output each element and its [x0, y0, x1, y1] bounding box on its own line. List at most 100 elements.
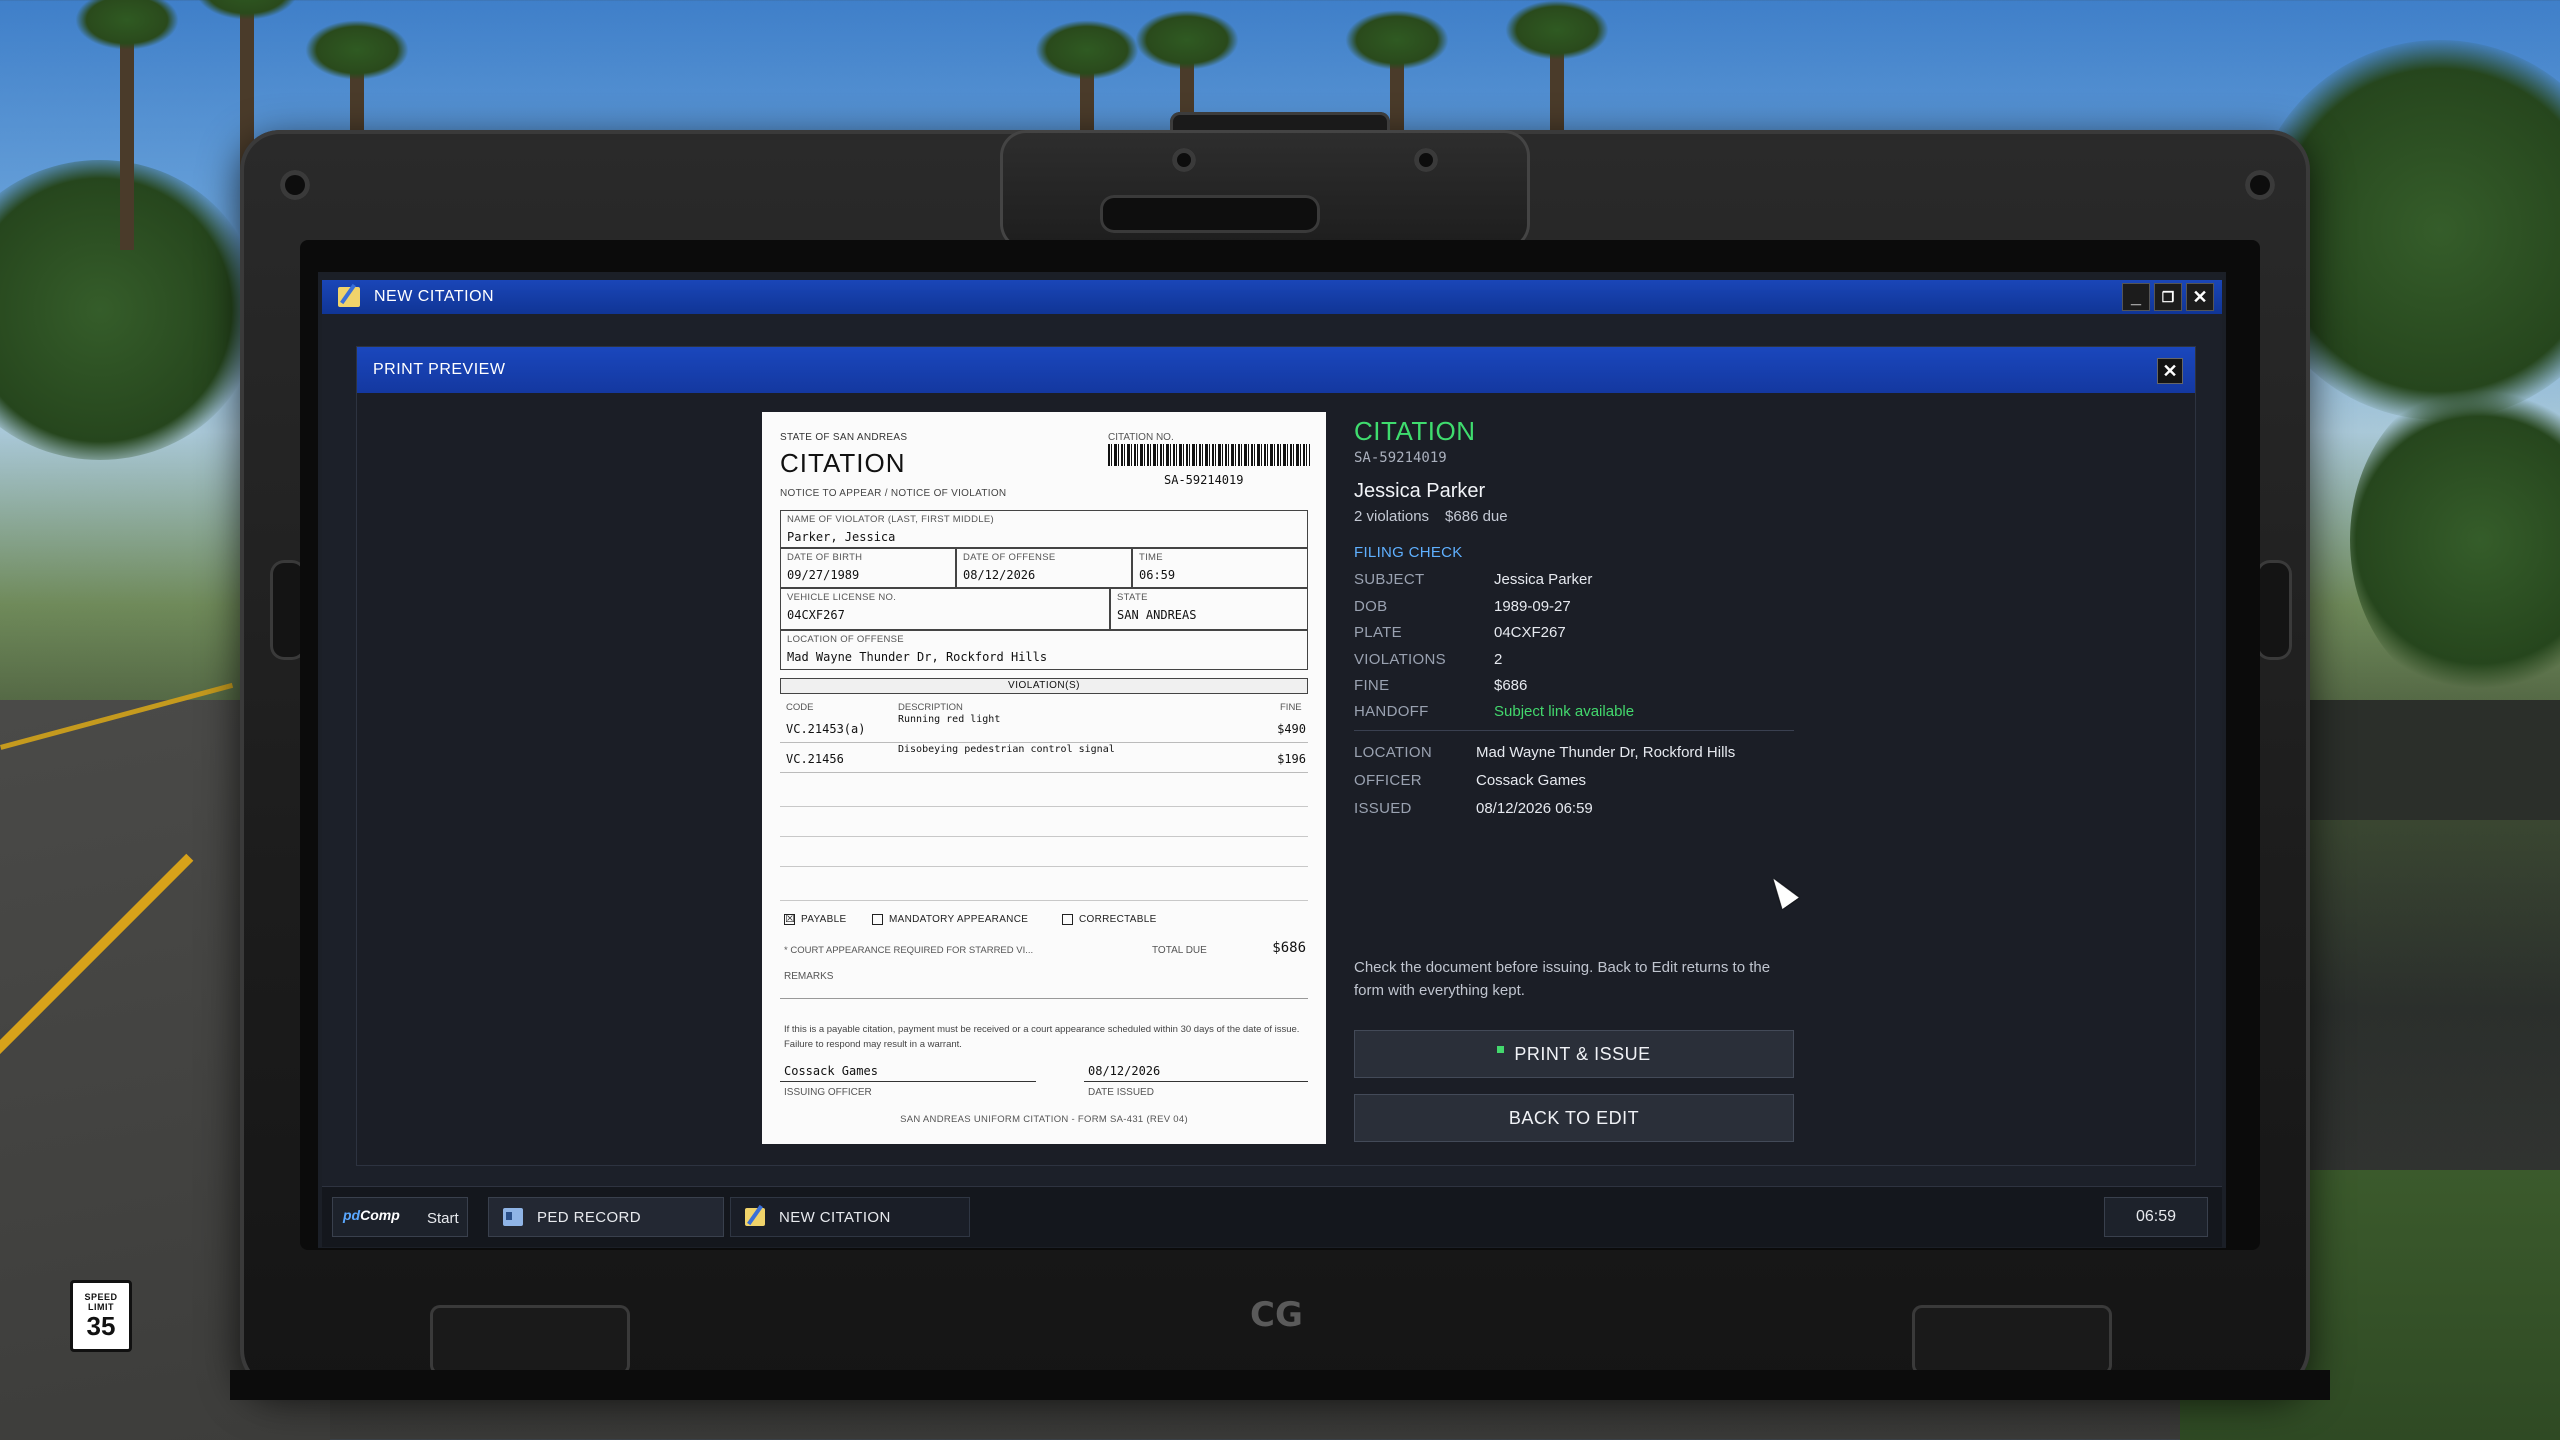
issuing-officer-value: Cossack Games — [784, 1064, 878, 1078]
detail-value: Cossack Games — [1476, 772, 1587, 789]
violation-fine: $196 — [1277, 752, 1306, 766]
logo-part: Comp — [360, 1207, 400, 1223]
checkbox-mandatory[interactable]: MANDATORY APPEARANCE — [872, 914, 1028, 925]
detail-key: OFFICER — [1354, 772, 1422, 789]
print-issue-button[interactable]: PRINT & ISSUE — [1354, 1030, 1794, 1078]
empty-row-line — [780, 806, 1308, 807]
screw-icon — [1414, 148, 1438, 172]
date-issued-label: DATE ISSUED — [1088, 1087, 1154, 1098]
checkbox-empty-icon — [1062, 914, 1073, 925]
taskbar-item-new-citation[interactable]: NEW CITATION — [730, 1197, 970, 1237]
check-value: 1989-09-27 — [1494, 598, 1571, 615]
window-title: NEW CITATION — [374, 288, 495, 305]
field-label: DATE OF OFFENSE — [963, 552, 1056, 563]
summary-divider — [1354, 730, 1794, 731]
start-button[interactable]: pdComp Start — [332, 1197, 468, 1237]
barcode — [1108, 444, 1310, 466]
form-footer: SAN ANDREAS UNIFORM CITATION - FORM SA-4… — [900, 1114, 1188, 1125]
field-value: 06:59 — [1139, 568, 1176, 582]
total-due-label: TOTAL DUE — [1152, 945, 1207, 956]
print-issue-label: PRINT & ISSUE — [1514, 1044, 1651, 1064]
field-plate: VEHICLE LICENSE NO. 04CXF267 — [780, 588, 1110, 630]
back-to-edit-button[interactable]: BACK TO EDIT — [1354, 1094, 1794, 1142]
remarks-line — [780, 998, 1308, 999]
doc-state: STATE OF SAN ANDREAS — [780, 432, 908, 443]
violation-row: VC.21453(a) Running red light $490 — [780, 712, 1308, 743]
taskbar-item-ped-record[interactable]: PED RECORD — [488, 1197, 724, 1237]
taskbar-item-label: PED RECORD — [537, 1208, 642, 1226]
speed-limit-sign: SPEED LIMIT 35 — [70, 1280, 132, 1352]
checkbox-label: CORRECTABLE — [1079, 914, 1157, 925]
detail-value: Mad Wayne Thunder Dr, Rockford Hills — [1476, 744, 1736, 761]
summary-note: Check the document before issuing. Back … — [1354, 959, 1771, 999]
field-state: STATE SAN ANDREAS — [1110, 588, 1308, 630]
edit-document-icon — [338, 287, 360, 307]
field-value: Parker, Jessica — [787, 530, 896, 544]
logo-part: pd — [343, 1207, 361, 1223]
field-label: STATE — [1117, 592, 1148, 603]
checkbox-label: MANDATORY APPEARANCE — [889, 914, 1029, 925]
violation-description: Running red light — [898, 714, 1001, 725]
check-value: 2 — [1494, 651, 1503, 668]
laptop-foot-right — [1912, 1305, 2112, 1375]
empty-row-line — [780, 836, 1308, 837]
citation-document: STATE OF SAN ANDREAS CITATION NOTICE TO … — [762, 412, 1326, 1144]
violation-row: VC.21456 Disobeying pedestrian control s… — [780, 742, 1308, 773]
taskbar: pdComp Start PED RECORD NEW CITATION 06:… — [322, 1186, 2222, 1247]
remarks-label: REMARKS — [784, 971, 834, 982]
screw-icon — [2245, 170, 2275, 200]
doc-notice: NOTICE TO APPEAR / NOTICE OF VIOLATION — [780, 488, 1007, 499]
id-card-icon — [503, 1208, 523, 1226]
right-latch — [2256, 560, 2292, 660]
print-preview-close-button[interactable]: ✕ — [2157, 358, 2183, 384]
legal-text: If this is a payable citation, payment m… — [784, 1024, 1300, 1050]
field-label: LOCATION OF OFFENSE — [787, 634, 904, 645]
check-key: FINE — [1354, 677, 1390, 694]
violations-header: VIOLATION(S) — [780, 678, 1308, 694]
field-value: 04CXF267 — [787, 608, 845, 622]
empty-row-line — [780, 900, 1308, 901]
detail-value: 08/12/2026 06:59 — [1476, 800, 1593, 817]
court-note: * COURT APPEARANCE REQUIRED FOR STARRED … — [784, 945, 1034, 956]
field-label: VEHICLE LICENSE NO. — [787, 592, 897, 603]
checkbox-correctable[interactable]: CORRECTABLE — [1062, 914, 1157, 925]
check-key: PLATE — [1354, 624, 1402, 641]
doc-title: CITATION — [780, 448, 906, 478]
summary-title: CITATION — [1354, 416, 1476, 446]
detail-key: LOCATION — [1354, 744, 1432, 761]
back-to-edit-label: BACK TO EDIT — [1508, 1108, 1640, 1128]
speed-sign-label: SPEED LIMIT — [84, 1292, 118, 1312]
checkbox-empty-icon — [872, 914, 883, 925]
print-preview-title: PRINT PREVIEW — [373, 361, 506, 378]
detail-key: ISSUED — [1354, 800, 1412, 817]
field-label: TIME — [1139, 552, 1163, 563]
signature-line — [780, 1081, 1036, 1082]
field-value: Mad Wayne Thunder Dr, Rockford Hills — [787, 650, 1048, 664]
print-preview-titlebar[interactable]: PRINT PREVIEW ✕ — [357, 347, 2195, 393]
field-dob: DATE OF BIRTH 09/27/1989 — [780, 548, 956, 588]
start-label: Start — [427, 1210, 459, 1227]
speed-sign-value: 35 — [86, 1311, 116, 1341]
minimize-button[interactable]: _ — [2122, 283, 2150, 311]
field-time: TIME 06:59 — [1132, 548, 1308, 588]
summary-amount-due: $686 due — [1445, 508, 1508, 525]
field-violator: NAME OF VIOLATOR (LAST, FIRST MIDDLE) Pa… — [780, 510, 1308, 548]
field-label: DATE OF BIRTH — [787, 552, 863, 563]
window-titlebar[interactable]: NEW CITATION _ ❐ ✕ — [322, 280, 2222, 314]
checkbox-payable[interactable]: ☒ PAYABLE — [784, 914, 846, 925]
laptop-foot-left — [430, 1305, 630, 1375]
handoff-status: Subject link available — [1494, 703, 1635, 720]
laptop-hinge-slot — [1100, 195, 1320, 233]
check-value: Jessica Parker — [1494, 571, 1593, 588]
summary-name: Jessica Parker — [1354, 480, 1486, 502]
close-button[interactable]: ✕ — [2186, 283, 2214, 311]
check-key: VIOLATIONS — [1354, 651, 1446, 668]
taskbar-item-label: NEW CITATION — [779, 1208, 891, 1226]
violation-code: VC.21453(a) — [786, 722, 866, 736]
check-key: SUBJECT — [1354, 571, 1425, 588]
summary-subline: 2 violations $686 due — [1354, 508, 1524, 525]
checkbox-label: PAYABLE — [801, 914, 847, 925]
restore-button[interactable]: ❐ — [2154, 283, 2182, 311]
doc-citation-no-label: CITATION NO. — [1108, 432, 1174, 443]
doc-citation-no: SA-59214019 — [1164, 473, 1244, 487]
